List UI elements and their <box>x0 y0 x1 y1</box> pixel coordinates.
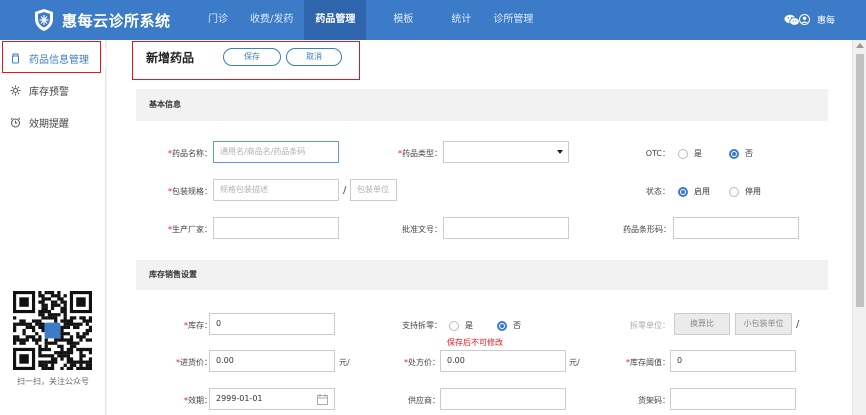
section-stock-sales: 库存销售设置 <box>136 260 828 290</box>
small-pack-unit-input[interactable]: 小包装单位 <box>735 313 792 335</box>
shield-logo-icon <box>35 9 53 31</box>
expiry-date-input[interactable]: 2999-01-01 <box>209 388 335 410</box>
user-icon <box>799 14 810 25</box>
wechat-qr-code <box>13 291 93 371</box>
prescription-price-input[interactable]: 0.00 <box>440 350 566 372</box>
approval-number-input[interactable] <box>443 217 569 239</box>
calendar-icon <box>317 394 328 405</box>
expiry-date-value: 2999-01-01 <box>216 394 263 403</box>
radio-dot <box>449 320 459 331</box>
manufacturer-label: *生产厂家： <box>168 225 212 234</box>
approval-number-label: 批准文号： <box>402 225 442 234</box>
nav-charge-dispense[interactable]: 收费/发药 <box>239 0 304 40</box>
drug-name-input[interactable]: 通用名/商品名/药品条码 <box>213 141 339 163</box>
radio-dot <box>678 148 688 159</box>
split-warning-text: 保存后不可修改 <box>447 338 503 347</box>
brand-name: 惠每云诊所系统 <box>62 11 171 30</box>
pack-separator: / <box>343 185 347 196</box>
split-support-label: 支持拆零： <box>402 321 442 330</box>
purchase-price-input[interactable]: 0.00 <box>209 350 335 372</box>
stock-threshold-label: *库存阈值： <box>626 358 670 367</box>
prescription-price-unit: 元/ <box>569 358 580 367</box>
split-unit-label: 拆零单位： <box>630 321 670 330</box>
shelf-code-input[interactable] <box>670 388 796 410</box>
split-yes-radio[interactable]: 是 <box>449 320 473 331</box>
manufacturer-input[interactable] <box>213 217 339 239</box>
page-scrollbar[interactable] <box>852 40 866 415</box>
stock-label: *库存： <box>184 321 212 330</box>
stock-input[interactable]: 0 <box>209 313 335 335</box>
pack-unit-input[interactable]: 包装单位 <box>350 179 397 201</box>
scroll-up-arrow-icon[interactable] <box>856 43 864 48</box>
otc-no-radio[interactable]: 否 <box>729 148 753 159</box>
highlight-box-sidebar <box>2 41 101 73</box>
top-nav-bar: 惠每云诊所系统 门诊 收费/发药 药品管理 模板 统计 诊所管理 惠每 <box>0 0 866 40</box>
status-disabled-radio[interactable]: 停用 <box>729 186 761 197</box>
barcode-input[interactable] <box>673 217 799 239</box>
wechat-icon[interactable] <box>784 14 800 26</box>
shelf-code-label: 货架码： <box>638 396 670 405</box>
status-label: 状态： <box>646 187 670 196</box>
otc-yes-radio[interactable]: 是 <box>678 148 702 159</box>
pack-spec-label: *包装规格： <box>168 187 212 196</box>
nav-clinic-management[interactable]: 诊所管理 <box>482 0 544 40</box>
radio-dot-selected <box>729 148 739 159</box>
supplier-label: 供应商： <box>408 396 440 405</box>
sidebar-item-expiry-reminder[interactable]: 效期提醒 <box>0 112 106 132</box>
drug-type-label: *药品类型： <box>398 149 442 158</box>
qr-caption: 扫一扫，关注公众号 <box>17 377 89 386</box>
nav-statistics[interactable]: 统计 <box>440 0 482 40</box>
status-enabled-radio[interactable]: 启用 <box>678 186 710 197</box>
drug-type-select[interactable] <box>443 141 569 163</box>
drug-name-label: *药品名称： <box>168 149 212 158</box>
sidebar-item-label: 库存预警 <box>29 86 69 98</box>
main-nav: 门诊 收费/发药 药品管理 模板 统计 诊所管理 <box>197 0 544 40</box>
supplier-input[interactable] <box>440 388 566 410</box>
sidebar-item-label: 效期提醒 <box>29 118 69 130</box>
expiry-label: *效期： <box>184 396 212 405</box>
nav-templates[interactable]: 模板 <box>382 0 424 40</box>
purchase-price-unit: 元/ <box>339 358 350 367</box>
radio-dot <box>729 186 739 197</box>
user-menu[interactable]: 惠每 <box>799 13 835 26</box>
otc-label: OTC： <box>645 149 670 158</box>
nav-outpatient[interactable]: 门诊 <box>197 0 239 40</box>
split-no-radio[interactable]: 否 <box>497 320 521 331</box>
barcode-label: 药品条形码： <box>623 225 671 234</box>
user-name: 惠每 <box>817 16 836 26</box>
sidebar-item-stock-warning[interactable]: 库存预警 <box>0 80 106 100</box>
prescription-price-label: *处方价： <box>404 358 440 367</box>
section-basic-info: 基本信息 <box>136 89 828 121</box>
highlight-box-header <box>132 41 360 80</box>
pack-spec-input[interactable]: 规格包装描述 <box>213 179 339 201</box>
stock-threshold-input[interactable]: 0 <box>670 350 796 372</box>
nav-drug-management[interactable]: 药品管理 <box>304 0 367 40</box>
radio-dot-selected <box>678 186 688 197</box>
scrollbar-thumb[interactable] <box>856 54 864 307</box>
split-separator: / <box>796 319 800 330</box>
dropdown-arrow-icon <box>557 150 563 154</box>
sidebar: 药品信息管理 库存预警 效期提醒 扫一扫，关注公众号 <box>0 40 106 415</box>
qr-code-image <box>13 291 93 371</box>
purchase-price-label: *进货价： <box>176 358 212 367</box>
alarm-clock-icon <box>10 117 21 127</box>
conversion-ratio-input[interactable]: 换算比 <box>674 313 730 335</box>
gear-icon <box>10 85 21 95</box>
radio-dot-selected <box>497 320 507 331</box>
logo[interactable]: 惠每云诊所系统 <box>34 8 194 32</box>
